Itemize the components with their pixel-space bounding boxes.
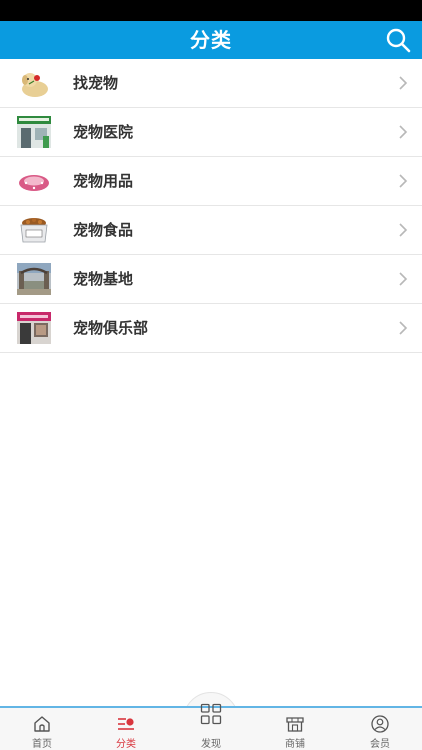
category-label: 找宠物	[73, 74, 119, 92]
chevron-right-icon	[399, 272, 408, 286]
category-list-icon	[118, 718, 134, 730]
category-row[interactable]: 宠物俱乐部	[0, 304, 422, 353]
tab-label: 会员	[370, 739, 390, 750]
chevron-right-icon	[399, 321, 408, 335]
tab-label: 分类	[116, 739, 136, 750]
search-icon	[386, 28, 411, 53]
category-row[interactable]: 宠物医院	[0, 108, 422, 157]
tab-label: 发现	[201, 739, 221, 750]
category-label: 宠物用品	[73, 172, 134, 190]
chevron-right-icon	[399, 76, 408, 90]
pink-pet-bed-thumbnail	[17, 165, 51, 197]
pet-club-storefront-thumbnail	[17, 312, 51, 344]
category-label: 宠物食品	[73, 221, 134, 239]
chevron-right-icon	[399, 125, 408, 139]
tab-label: 商铺	[285, 739, 305, 750]
category-row[interactable]: 宠物基地	[0, 255, 422, 304]
chevron-right-icon	[399, 174, 408, 188]
tab-member[interactable]: 会员	[338, 708, 422, 750]
category-row[interactable]: 找宠物	[0, 59, 422, 108]
page-title: 分类	[190, 28, 232, 52]
pet-base-gate-thumbnail	[17, 263, 51, 295]
home-icon	[34, 716, 50, 732]
tab-home[interactable]: 首页	[0, 708, 84, 750]
shop-icon	[286, 717, 304, 732]
tab-category[interactable]: 分类	[84, 708, 168, 750]
category-row[interactable]: 宠物食品	[0, 206, 422, 255]
tab-shops[interactable]: 商铺	[253, 708, 337, 750]
top-header: 分类	[0, 21, 422, 59]
member-icon	[371, 715, 389, 733]
category-label: 宠物基地	[73, 270, 134, 288]
category-label: 宠物俱乐部	[73, 319, 149, 337]
chevron-right-icon	[399, 223, 408, 237]
discover-grid-icon	[200, 703, 222, 725]
tab-label: 首页	[32, 739, 52, 750]
category-list: 找宠物 宠物医院 宠物用品 宠物食品 宠物基地 宠物俱乐部	[0, 59, 422, 353]
dog-with-rose-thumbnail	[17, 67, 51, 99]
dog-food-bowl-thumbnail	[17, 214, 51, 246]
pet-hospital-storefront-thumbnail	[17, 116, 51, 148]
category-label: 宠物医院	[73, 123, 134, 141]
search-button[interactable]	[384, 26, 412, 54]
status-bar	[0, 0, 422, 21]
category-row[interactable]: 宠物用品	[0, 157, 422, 206]
